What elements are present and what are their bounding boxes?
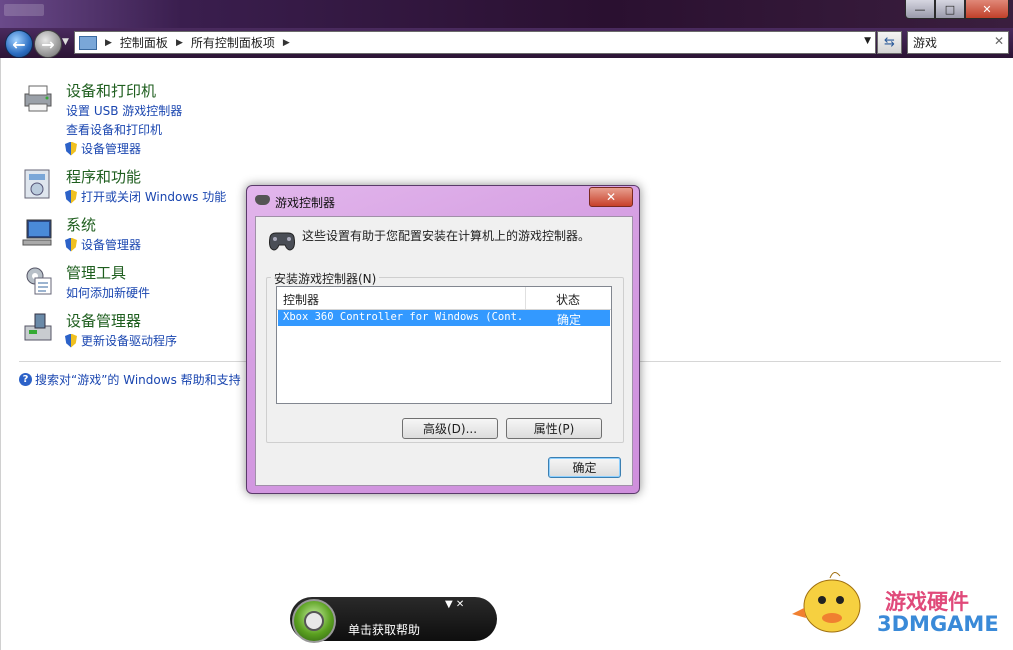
category-link-label: 设备管理器: [81, 238, 142, 252]
game-controllers-dialog: 游戏控制器 ✕ 这些设置有助于您配置安装在计算机上的游戏控制器。 安装游戏控制器…: [246, 185, 640, 494]
column-header-controller[interactable]: 控制器: [277, 287, 526, 309]
forward-arrow-icon: →: [41, 34, 55, 54]
help-icon: ?: [19, 373, 32, 386]
clear-search-icon[interactable]: ✕: [994, 34, 1004, 48]
xbox-guide-icon: [292, 599, 336, 643]
category-title[interactable]: 程序和功能: [66, 166, 141, 187]
search-box[interactable]: 游戏 ✕: [907, 31, 1009, 54]
advanced-button[interactable]: 高级(D)...: [402, 418, 498, 439]
installed-controllers-group: 安装游戏控制器(N) 控制器 状态 Xbox 360 Controller fo…: [266, 270, 624, 443]
help-tooltip[interactable]: ▼ ✕ 单击获取帮助: [290, 597, 497, 643]
category-link[interactable]: 更新设备驱动程序: [65, 332, 177, 349]
help-search-link[interactable]: ? 搜索对“游戏”的 Windows 帮助和支持: [19, 371, 241, 388]
forward-button[interactable]: →: [34, 30, 62, 58]
gamepad-icon: [269, 232, 295, 251]
column-header-status[interactable]: 状态: [526, 287, 611, 309]
controller-name: Xbox 360 Controller for Windows (Cont...: [283, 311, 523, 323]
address-dropdown-icon[interactable]: ▼: [864, 36, 871, 46]
site-watermark: 游戏硬件 3DMGAME: [792, 568, 1002, 642]
help-search-label: 搜索对“游戏”的 Windows 帮助和支持: [35, 373, 241, 387]
gamepad-icon: [255, 195, 270, 205]
group-label: 安装游戏控制器(N): [271, 270, 380, 287]
window-controls: — □ ✕: [905, 0, 1009, 19]
breadcrumb-all-items[interactable]: 所有控制面板项: [191, 34, 275, 51]
back-button[interactable]: ←: [5, 30, 33, 58]
breadcrumb-control-panel[interactable]: 控制面板: [120, 34, 168, 51]
properties-button[interactable]: 属性(P): [506, 418, 602, 439]
category-link[interactable]: 设置 USB 游戏控制器: [66, 102, 182, 119]
window-title-bar: — □ ✕: [0, 0, 1013, 28]
dialog-close-button[interactable]: ✕: [589, 187, 633, 207]
printer-icon: [24, 85, 52, 112]
category-link-label: 更新设备驱动程序: [81, 334, 178, 348]
category-link-label: 打开或关闭 Windows 功能: [81, 190, 227, 204]
column-header-label: 控制器: [283, 293, 320, 307]
maximize-button[interactable]: □: [935, 0, 965, 19]
search-input[interactable]: 游戏: [913, 34, 937, 51]
breadcrumb-separator-icon[interactable]: ▶: [176, 38, 183, 48]
uac-shield-icon: [65, 189, 77, 204]
dialog-title: 游戏控制器: [275, 196, 336, 210]
help-tooltip-text: 单击获取帮助: [348, 623, 421, 637]
navigation-bar: ← → ▼ ▶ 控制面板 ▶ 所有控制面板项 ▶ ▼ ⇆ 游戏 ✕: [0, 28, 1013, 58]
recent-pages-dropdown[interactable]: ▼: [62, 37, 69, 47]
minimize-button[interactable]: —: [905, 0, 935, 19]
address-bar[interactable]: ▶ 控制面板 ▶ 所有控制面板项 ▶ ▼: [74, 31, 876, 54]
control-panel-icon: [79, 35, 97, 50]
category-title[interactable]: 设备管理器: [66, 310, 141, 331]
category-title[interactable]: 系统: [66, 214, 96, 235]
category-link[interactable]: 查看设备和打印机: [66, 121, 162, 138]
back-arrow-icon: ←: [12, 34, 26, 54]
device-manager-icon: [24, 313, 52, 341]
chick-mascot-logo: [792, 572, 861, 633]
breadcrumb-separator-icon[interactable]: ▶: [283, 38, 290, 48]
uac-shield-icon: [65, 141, 77, 156]
controller-status: 确定: [557, 313, 582, 327]
controllers-list[interactable]: 控制器 状态 Xbox 360 Controller for Windows (…: [276, 286, 612, 404]
uac-shield-icon: [65, 333, 77, 348]
programs-icon: [24, 169, 50, 199]
category-link[interactable]: 设备管理器: [65, 236, 141, 253]
category-link[interactable]: 如何添加新硬件: [66, 284, 150, 301]
column-header-label: 状态: [556, 293, 581, 307]
category-title[interactable]: 设备和打印机: [66, 80, 156, 101]
category-link[interactable]: 设备管理器: [65, 140, 141, 157]
refresh-button[interactable]: ⇆: [877, 31, 902, 54]
list-item[interactable]: Xbox 360 Controller for Windows (Cont...…: [278, 310, 610, 327]
close-button[interactable]: ✕: [965, 0, 1009, 19]
title-bar-ghost: [4, 4, 44, 16]
dialog-body: 这些设置有助于您配置安装在计算机上的游戏控制器。 安装游戏控制器(N) 控制器 …: [255, 216, 633, 486]
tooltip-controls[interactable]: ▼ ✕: [445, 599, 464, 610]
breadcrumb-separator-icon[interactable]: ▶: [105, 38, 112, 48]
list-header: 控制器 状态: [277, 287, 611, 310]
uac-shield-icon: [65, 237, 77, 252]
ok-button[interactable]: 确定: [548, 457, 621, 478]
admin-tools-icon: [26, 267, 52, 295]
category-title[interactable]: 管理工具: [66, 262, 126, 283]
category-link[interactable]: 打开或关闭 Windows 功能: [65, 188, 226, 205]
refresh-icon: ⇆: [884, 35, 895, 50]
computer-icon: [22, 219, 52, 246]
category-link-label: 设备管理器: [81, 142, 142, 156]
watermark-text-brand: 3DMGAME: [877, 612, 999, 636]
dialog-description: 这些设置有助于您配置安装在计算机上的游戏控制器。: [302, 229, 591, 243]
